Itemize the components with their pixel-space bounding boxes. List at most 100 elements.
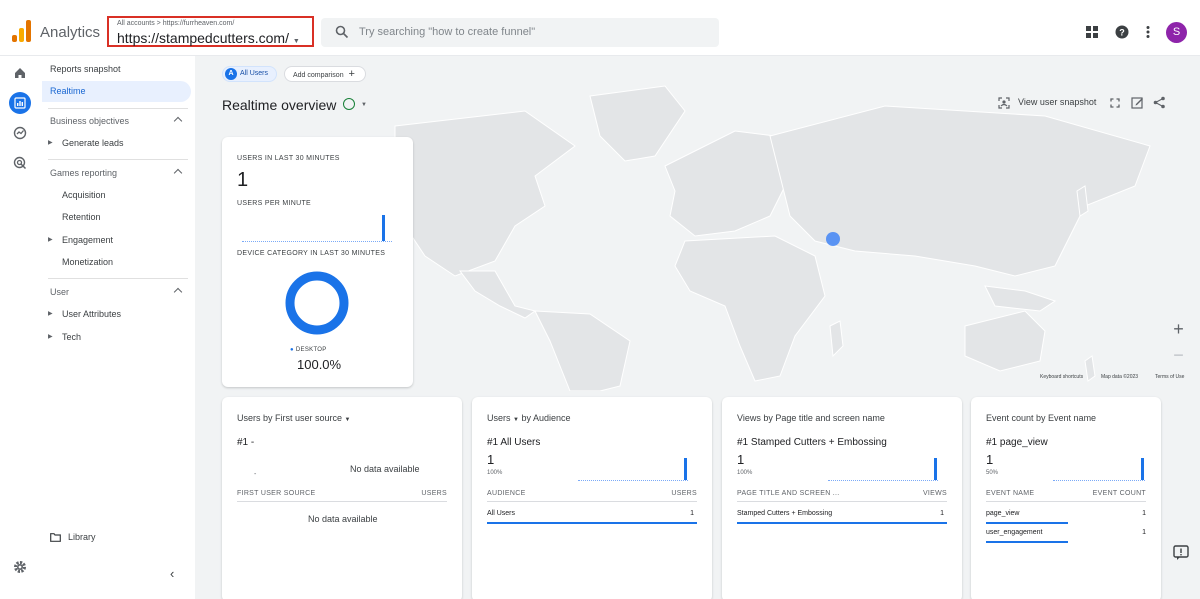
no-data-message: No data available bbox=[308, 514, 378, 524]
apps-grid-icon[interactable] bbox=[1085, 25, 1099, 39]
nav-label: Generate leads bbox=[62, 138, 124, 148]
more-vert-icon[interactable] bbox=[1141, 25, 1155, 39]
nav-label: Acquisition bbox=[62, 190, 106, 200]
nav-user-attributes[interactable]: ▶ User Attributes bbox=[42, 304, 191, 325]
device-category-label: DEVICE CATEGORY IN LAST 30 MINUTES bbox=[237, 250, 386, 257]
collapse-chevron-icon[interactable]: ‹ bbox=[170, 566, 174, 581]
search-icon bbox=[335, 25, 349, 39]
view-user-snapshot-button[interactable]: View user snapshot bbox=[1018, 97, 1096, 107]
divider bbox=[986, 501, 1146, 502]
nav-section-user[interactable]: User bbox=[42, 282, 191, 303]
donut-legend: ● DESKTOP bbox=[290, 347, 327, 353]
nav-label: Realtime bbox=[50, 86, 86, 96]
feedback-icon[interactable] bbox=[1171, 543, 1191, 563]
top-value: 1 bbox=[986, 452, 994, 467]
edit-report-icon[interactable] bbox=[1131, 96, 1144, 109]
nav-label: Tech bbox=[62, 332, 82, 342]
user-snapshot-icon[interactable] bbox=[998, 97, 1010, 109]
nav-reports-snapshot[interactable]: Reports snapshot bbox=[42, 59, 191, 80]
nav-tech[interactable]: ▶ Tech bbox=[42, 327, 191, 348]
nav-label: Retention bbox=[62, 212, 101, 222]
mini-bar bbox=[684, 458, 687, 480]
map-user-marker[interactable] bbox=[826, 232, 840, 246]
event-count-card: Event count by Event name #1 page_view 1… bbox=[971, 397, 1161, 599]
table-row-value: 1 bbox=[690, 510, 694, 517]
column-header: EVENT NAME bbox=[986, 490, 1035, 497]
zoom-in-button[interactable]: + bbox=[1166, 317, 1191, 342]
property-name: https://stampedcutters.com/ bbox=[117, 30, 289, 46]
zoom-out-button[interactable]: − bbox=[1166, 343, 1191, 368]
nav-label: Games reporting bbox=[50, 168, 118, 178]
column-header: AUDIENCE bbox=[487, 490, 526, 497]
table-row-value: 1 bbox=[1142, 529, 1146, 536]
page-title: Realtime overview bbox=[222, 97, 337, 113]
keyboard-shortcuts-link[interactable]: Keyboard shortcuts bbox=[1040, 374, 1083, 380]
advertising-icon[interactable] bbox=[9, 152, 31, 174]
home-icon[interactable] bbox=[9, 62, 31, 84]
top-value: 1 bbox=[487, 452, 495, 467]
reports-icon[interactable] bbox=[9, 92, 31, 114]
column-header: USERS bbox=[671, 490, 697, 497]
mini-bar bbox=[934, 458, 937, 480]
nav-retention[interactable]: Retention bbox=[42, 207, 191, 228]
explore-icon[interactable] bbox=[9, 122, 31, 144]
nav-label: Engagement bbox=[62, 235, 114, 245]
nav-section-games-reporting[interactable]: Games reporting bbox=[42, 163, 191, 184]
avatar[interactable]: S bbox=[1166, 22, 1187, 43]
main-content: A All Users Add comparison + Realtime ov… bbox=[195, 56, 1200, 599]
top-rank: #1 Stamped Cutters + Embossing bbox=[737, 437, 887, 448]
card-title[interactable]: Users ▼ by Audience bbox=[487, 413, 571, 423]
legend-dot-icon: ● bbox=[290, 347, 294, 353]
help-icon[interactable]: ? bbox=[1115, 25, 1129, 39]
table-row-value: 1 bbox=[940, 510, 944, 517]
nav-generate-leads[interactable]: ▶ Generate leads bbox=[42, 133, 191, 154]
users-per-minute-chart bbox=[242, 213, 392, 242]
app-title: Analytics bbox=[40, 24, 101, 41]
mini-bar bbox=[1141, 458, 1144, 480]
check-circle-icon[interactable] bbox=[343, 98, 355, 110]
top-rank: #1 All Users bbox=[487, 437, 541, 448]
nav-label: Reports snapshot bbox=[50, 64, 121, 74]
search-input[interactable]: Try searching "how to create funnel" bbox=[359, 26, 535, 38]
users-per-minute-label: USERS PER MINUTE bbox=[237, 200, 312, 207]
views-by-page-card: Views by Page title and screen name #1 S… bbox=[722, 397, 962, 599]
chevron-down-icon[interactable]: ▼ bbox=[361, 102, 367, 108]
table-row-label[interactable]: All Users bbox=[487, 510, 515, 517]
nav-acquisition[interactable]: Acquisition bbox=[42, 185, 191, 206]
nav-library[interactable]: Library bbox=[42, 527, 191, 548]
account-selector[interactable]: All accounts > https://furrheaven.com/ h… bbox=[107, 16, 314, 47]
device-donut-chart[interactable] bbox=[284, 270, 350, 336]
search-bar[interactable]: Try searching "how to create funnel" bbox=[321, 18, 719, 47]
nav-section-business-objectives[interactable]: Business objectives bbox=[42, 111, 191, 132]
admin-gear-icon[interactable] bbox=[9, 556, 31, 578]
minute-bar bbox=[382, 215, 385, 241]
card-title: Views by Page title and screen name bbox=[737, 413, 885, 423]
mini-chart bbox=[578, 457, 688, 481]
world-map[interactable]: A All Users Add comparison + Realtime ov… bbox=[195, 56, 1200, 392]
nav-engagement[interactable]: ▶ Engagement bbox=[42, 230, 191, 251]
terms-link[interactable]: Terms of Use bbox=[1155, 374, 1184, 380]
analytics-logo[interactable] bbox=[12, 20, 32, 42]
table-row-label[interactable]: user_engagement bbox=[986, 529, 1042, 536]
fullscreen-icon[interactable] bbox=[1110, 98, 1120, 108]
caret-right-icon: ▶ bbox=[48, 334, 53, 340]
divider bbox=[237, 501, 447, 502]
card-title-suffix: by Audience bbox=[521, 413, 571, 423]
caret-right-icon: ▶ bbox=[48, 237, 53, 243]
card-title[interactable]: Users by First user source ▼ bbox=[237, 413, 351, 423]
no-data-message: No data available bbox=[350, 464, 420, 474]
nav-monetization[interactable]: Monetization bbox=[42, 252, 191, 273]
add-comparison-button[interactable]: Add comparison + bbox=[284, 66, 366, 82]
chevron-down-icon: ▼ bbox=[344, 417, 351, 423]
caret-right-icon: ▶ bbox=[48, 311, 53, 317]
all-users-chip[interactable]: A All Users bbox=[222, 66, 277, 82]
row-bar bbox=[986, 522, 1068, 524]
users-30min-value: 1 bbox=[237, 169, 249, 191]
share-icon[interactable] bbox=[1153, 96, 1166, 109]
nav-label: Library bbox=[68, 532, 96, 542]
table-row-label[interactable]: page_view bbox=[986, 510, 1019, 517]
table-row-label[interactable]: Stamped Cutters + Embossing bbox=[737, 510, 832, 517]
top-percent: 100% bbox=[487, 470, 503, 476]
nav-realtime[interactable]: Realtime bbox=[42, 81, 191, 102]
chevron-up-icon bbox=[173, 116, 183, 126]
